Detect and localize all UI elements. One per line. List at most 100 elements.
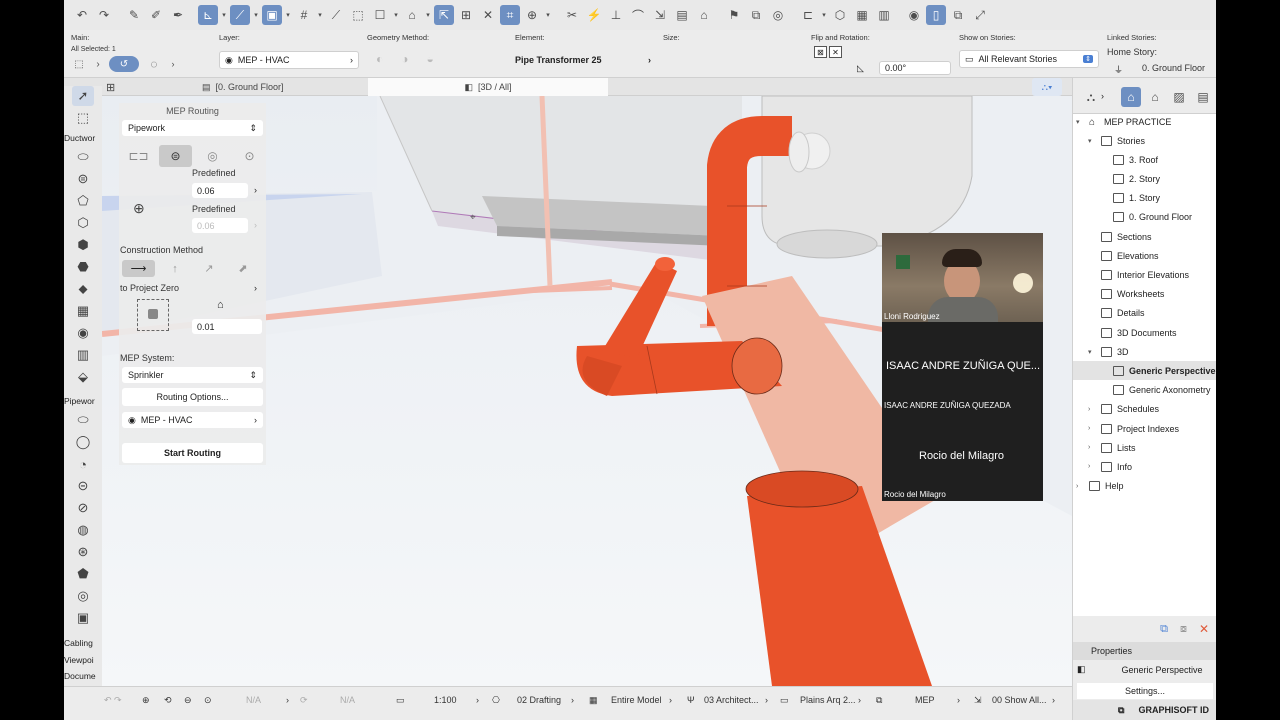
navigator-item[interactable]: 1. Story: [1100, 189, 1160, 208]
cabling-section[interactable]: Cabling: [64, 638, 93, 648]
curve-icon[interactable]: ⌒: [628, 5, 648, 25]
layers-icon[interactable]: ▥: [874, 5, 894, 25]
slope-arrow-icon[interactable]: ⬈: [229, 260, 257, 277]
rotation-field[interactable]: 0.00°: [879, 61, 951, 75]
size-field-2[interactable]: 0.06: [192, 218, 248, 233]
size-field-1[interactable]: 0.06: [192, 183, 248, 198]
chevron-down-icon[interactable]: ▾: [220, 5, 228, 25]
offset-icon[interactable]: ▤: [672, 5, 692, 25]
navigator-item[interactable]: Generic Perspective: [1073, 361, 1216, 381]
chevron-right-icon[interactable]: ›: [669, 695, 672, 705]
element-select[interactable]: Pipe Transformer 25 ›: [510, 51, 656, 69]
grid-icon[interactable]: #: [294, 5, 314, 25]
pen-set[interactable]: 03 Architect...: [704, 695, 759, 705]
pipe-icon[interactable]: ⬭: [72, 410, 94, 430]
navigator-item[interactable]: 3. Roof: [1100, 150, 1158, 169]
chevron-right-icon[interactable]: ›: [765, 695, 768, 705]
copy-icon[interactable]: ⧉: [948, 5, 968, 25]
cursor-icon[interactable]: ⇱: [434, 5, 454, 25]
model-view-options[interactable]: Entire Model: [611, 695, 662, 705]
geometry-bend-icon[interactable]: ◑: [401, 52, 408, 66]
renovation-filter[interactable]: MEP: [915, 695, 935, 705]
chevron-right-icon[interactable]: ›: [1088, 463, 1096, 470]
chevron-down-icon[interactable]: ▾: [424, 5, 432, 25]
expand-icon[interactable]: ⤢: [970, 5, 990, 25]
scale-value[interactable]: 1:100: [434, 695, 457, 705]
pen-icon[interactable]: ⟋: [326, 5, 346, 25]
geometry-flex-icon[interactable]: ◒: [427, 52, 434, 66]
navigator-item[interactable]: Elevations: [1088, 246, 1159, 265]
pipe-inline-icon[interactable]: ◎: [72, 586, 94, 606]
navigator-item[interactable]: › Help: [1076, 477, 1124, 496]
duct-terminal-icon[interactable]: ▦: [72, 301, 94, 321]
pipe-takeoff-icon[interactable]: ⊛: [72, 542, 94, 562]
guide-icon[interactable]: ⟋: [230, 5, 250, 25]
settings-button[interactable]: Settings...: [1077, 683, 1213, 699]
chevron-right-icon[interactable]: ›: [1052, 695, 1055, 705]
tab-ground-floor[interactable]: ▤ [0. Ground Floor]: [202, 78, 362, 96]
chevron-right-icon[interactable]: ›: [476, 695, 479, 705]
na-field-1[interactable]: N/A: [246, 695, 261, 705]
flip-icon[interactable]: ⊠: [814, 46, 827, 58]
navigator-item[interactable]: Sections: [1088, 227, 1152, 246]
navigator-item[interactable]: 2. Story: [1100, 169, 1160, 188]
view-icon[interactable]: ▦: [852, 5, 872, 25]
chevron-right-icon[interactable]: ›: [1088, 425, 1096, 432]
duct-equipment-icon[interactable]: ▥: [72, 345, 94, 365]
zoom-in-icon[interactable]: ⊕: [142, 695, 150, 706]
publisher-icon[interactable]: ▤: [1193, 87, 1213, 107]
duct-yt-icon[interactable]: ⬣: [72, 257, 94, 277]
camera-icon[interactable]: ◎: [768, 5, 788, 25]
dimension-standard[interactable]: 00 Show All...: [992, 695, 1047, 705]
marquee-icon[interactable]: ⊞: [456, 5, 476, 25]
duct-icon[interactable]: ⬭: [72, 147, 94, 167]
offset-field[interactable]: 0.01: [192, 319, 262, 334]
routing-options-button[interactable]: Routing Options...: [122, 388, 263, 406]
chevron-right-icon[interactable]: ›: [169, 56, 177, 72]
flexible-pipe-icon[interactable]: ◯: [72, 432, 94, 452]
navigator-menu-icon[interactable]: ⛬: [1081, 87, 1101, 107]
geometry-straight-icon[interactable]: ◐: [376, 52, 383, 66]
navigator-item[interactable]: ▾ Stories: [1088, 131, 1145, 150]
gravity-icon[interactable]: ▣: [262, 5, 282, 25]
mirror-icon[interactable]: ✕: [829, 46, 842, 58]
chevron-right-icon[interactable]: ›: [1088, 444, 1096, 451]
navigator-item[interactable]: Details: [1088, 304, 1145, 323]
ductwork-section[interactable]: Ductwor: [64, 133, 95, 143]
routing-layer-select[interactable]: ◉ MEP - HVAC ›: [122, 412, 263, 428]
snap-icon[interactable]: ⊾: [198, 5, 218, 25]
pipe-equipment-icon[interactable]: ▣: [72, 608, 94, 628]
duct-flow-icon[interactable]: ⬙: [72, 367, 94, 387]
flag-icon[interactable]: ⚑: [724, 5, 744, 25]
duct-branch-icon[interactable]: ⬢: [72, 235, 94, 255]
graphisoft-id-label[interactable]: GRAPHISOFT ID: [1138, 705, 1209, 715]
section-icon[interactable]: ⧉: [746, 5, 766, 25]
add-view-icon[interactable]: ⧉: [1160, 623, 1168, 636]
window-icon[interactable]: ⧉: [1118, 705, 1124, 716]
navigator-item[interactable]: 0. Ground Floor: [1100, 208, 1192, 227]
chevron-down-icon[interactable]: ▾: [1088, 348, 1096, 356]
duct-transition-icon[interactable]: ⬡: [72, 213, 94, 233]
navigator-item[interactable]: 3D Documents: [1088, 323, 1177, 342]
chevron-right-icon[interactable]: ›: [91, 56, 105, 72]
graphic-override[interactable]: Plains Arq 2...: [800, 695, 856, 705]
cross-icon[interactable]: ✕: [478, 5, 498, 25]
3d-cube-icon[interactable]: ⬡: [830, 5, 850, 25]
chevron-down-icon[interactable]: ▾: [544, 5, 552, 25]
magic-wand-icon[interactable]: ⚡: [584, 5, 604, 25]
pan-icon[interactable]: ⟲: [164, 695, 172, 706]
pointer-icon[interactable]: ⬚: [71, 56, 87, 72]
chevron-down-icon[interactable]: ▾: [252, 5, 260, 25]
document-section[interactable]: Docume: [64, 671, 96, 681]
visual-icon[interactable]: ⊏: [798, 5, 818, 25]
navigator-item[interactable]: Generic Axonometry: [1100, 381, 1211, 400]
chevron-down-icon[interactable]: ▾: [1088, 137, 1096, 145]
pipe-branch-icon[interactable]: ⊘: [72, 498, 94, 518]
eyedropper-icon[interactable]: ✎: [124, 5, 144, 25]
pipe-transition-icon[interactable]: ⊝: [72, 476, 94, 496]
layer-select[interactable]: ◉ MEP - HVAC ›: [219, 51, 359, 69]
navigator-item[interactable]: › Project Indexes: [1088, 419, 1179, 438]
marquee-tool-icon[interactable]: ⬚: [72, 108, 94, 128]
mode-bottom-icon[interactable]: ◎: [196, 145, 229, 167]
chevron-right-icon[interactable]: ›: [858, 695, 861, 705]
